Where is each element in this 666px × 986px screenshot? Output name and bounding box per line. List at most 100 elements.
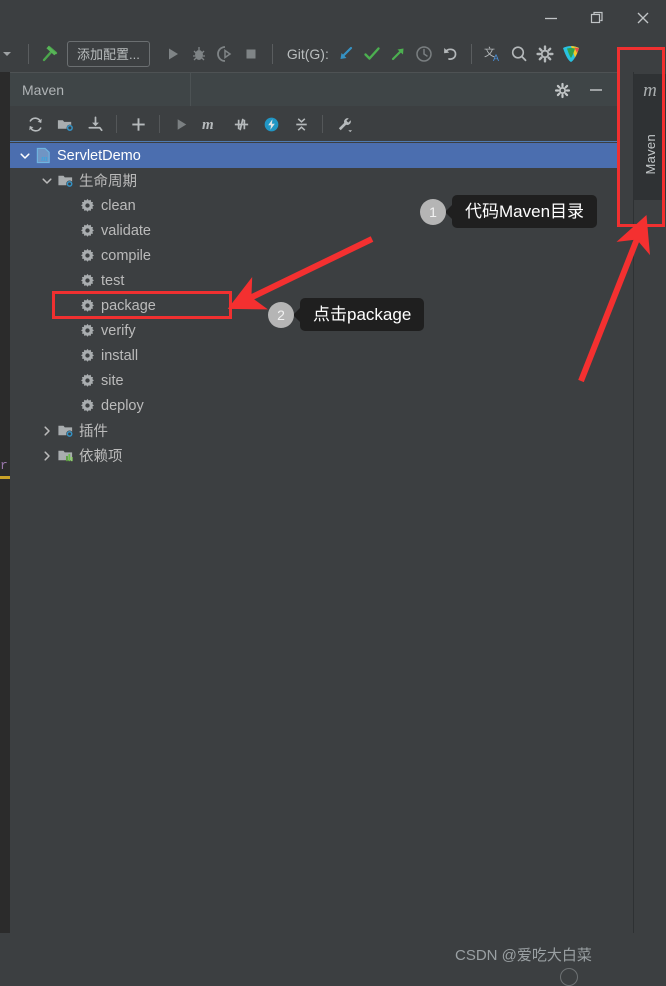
toolbar-divider-2 <box>271 43 273 64</box>
run-maven-build-icon[interactable] <box>166 110 196 138</box>
generate-sources-icon[interactable] <box>50 110 80 138</box>
tree-item-label: site <box>101 372 124 389</box>
maven-toolbar: m <box>10 106 618 142</box>
tree-item-依赖项[interactable]: 依赖项 <box>10 443 618 468</box>
tree-item-label: validate <box>101 222 151 239</box>
add-maven-project-icon[interactable] <box>123 110 153 138</box>
maven-settings-gear-icon[interactable] <box>552 80 572 100</box>
maven-goal-gear-icon <box>78 197 96 215</box>
chevron-right-icon[interactable] <box>38 422 56 440</box>
run-coverage-icon[interactable] <box>212 41 238 67</box>
callout-2-text: 点击package <box>300 298 425 331</box>
run-icon[interactable] <box>160 41 186 67</box>
watermark: CSDN @爱吃大白菜 <box>455 947 592 964</box>
tree-item-test[interactable]: test <box>10 268 618 293</box>
maven-goal-gear-icon <box>78 347 96 365</box>
svg-text:m: m <box>202 117 214 133</box>
toggle-offline-mode-icon[interactable] <box>256 110 286 138</box>
restore-button[interactable] <box>574 0 620 35</box>
settings-gear-icon[interactable] <box>532 41 558 67</box>
chevron-down-icon[interactable] <box>16 147 34 165</box>
tree-item-label: compile <box>101 247 151 264</box>
minimize-button[interactable] <box>528 0 574 35</box>
title-bar <box>0 0 666 35</box>
git-push-icon[interactable] <box>385 41 411 67</box>
bottom-circle-icon <box>560 968 578 986</box>
git-rollback-icon[interactable] <box>437 41 463 67</box>
execute-maven-goal-icon[interactable]: m <box>196 110 226 138</box>
search-icon[interactable] <box>506 41 532 67</box>
chevron-down-icon[interactable] <box>38 172 56 190</box>
history-dropdown-icon[interactable] <box>0 41 20 67</box>
reload-projects-icon[interactable] <box>20 110 50 138</box>
stop-icon[interactable] <box>238 41 264 67</box>
tree-item-label: verify <box>101 322 136 339</box>
maven-toolbar-underline <box>10 141 618 142</box>
tree-item-label: deploy <box>101 397 144 414</box>
tree-item-site[interactable]: site <box>10 368 618 393</box>
tree-item-label: test <box>101 272 125 289</box>
close-button[interactable] <box>620 0 666 35</box>
highlight-box-package <box>52 291 232 319</box>
maven-goal-gear-icon <box>78 272 96 290</box>
tree-item-label: 生命周期 <box>79 174 137 190</box>
editor-sliver: r <box>0 72 10 977</box>
download-sources-icon[interactable] <box>80 110 110 138</box>
editor-sliver-marker <box>0 476 10 479</box>
maven-goal-gear-icon <box>78 372 96 390</box>
tree-item-install[interactable]: install <box>10 343 618 368</box>
callout-1-badge: 1 <box>420 198 446 225</box>
main-toolbar: 添加配置... Git(G): 文 A <box>0 35 666 72</box>
ide-logo-icon[interactable] <box>558 41 584 67</box>
tree-item-label: ServletDemo <box>57 147 141 164</box>
build-hammer-icon[interactable] <box>37 41 63 67</box>
run-configuration-label: 添加配置... <box>77 47 140 62</box>
tree-item-插件[interactable]: 插件 <box>10 418 618 443</box>
toolbar-divider-3 <box>470 43 472 64</box>
git-label: Git(G): <box>286 45 329 62</box>
tree-item-label: 依赖项 <box>79 449 123 465</box>
editor-sliver-text: r <box>0 458 8 473</box>
highlight-box-maven-stripe <box>617 47 665 227</box>
tree-item-生命周期[interactable]: 生命周期 <box>10 168 618 193</box>
debug-icon[interactable] <box>186 41 212 67</box>
maven-goal-gear-icon <box>78 247 96 265</box>
maven-settings-wrench-icon[interactable] <box>329 110 359 138</box>
maven-toolbar-divider-3 <box>322 115 323 133</box>
maven-goal-gear-icon <box>78 322 96 340</box>
run-configuration-selector[interactable]: 添加配置... <box>67 40 150 67</box>
hide-panel-icon[interactable] <box>586 80 606 100</box>
tree-item-deploy[interactable]: deploy <box>10 393 618 418</box>
tree-item-ServletDemo[interactable]: m ServletDemo <box>10 143 618 168</box>
git-history-icon[interactable] <box>411 41 437 67</box>
dependencies-folder-icon <box>56 447 74 465</box>
callout-2: 2 点击package <box>268 298 425 331</box>
toolbar-divider <box>28 43 29 64</box>
maven-toolbar-divider-2 <box>159 115 160 133</box>
plugins-folder-icon <box>56 422 74 440</box>
tree-item-compile[interactable]: compile <box>10 243 618 268</box>
ide-window: 添加配置... Git(G): 文 A r Maven m m ServletD… <box>0 0 666 986</box>
maven-goal-gear-icon <box>78 397 96 415</box>
chevron-right-icon[interactable] <box>38 447 56 465</box>
maven-toolbar-divider <box>116 115 117 133</box>
git-commit-icon[interactable] <box>359 41 385 67</box>
translate-icon[interactable]: 文 A <box>480 41 506 67</box>
callout-1: 1 代码Maven目录 <box>420 195 598 228</box>
maven-tool-window-header: Maven <box>10 72 618 108</box>
svg-text:A: A <box>493 53 499 63</box>
maven-header-actions <box>552 73 606 107</box>
git-update-icon[interactable] <box>333 41 359 67</box>
maven-goal-gear-icon <box>78 222 96 240</box>
callout-1-text: 代码Maven目录 <box>452 195 598 228</box>
window-controls <box>528 0 666 35</box>
callout-2-badge: 2 <box>268 301 294 328</box>
toggle-skip-tests-icon[interactable] <box>226 110 256 138</box>
collapse-all-icon[interactable] <box>286 110 316 138</box>
